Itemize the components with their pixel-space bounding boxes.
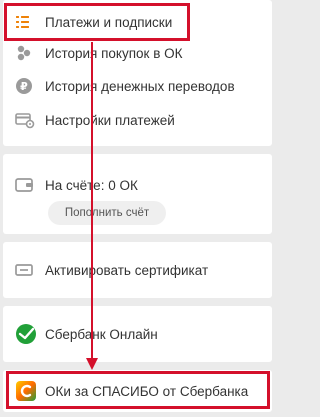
svg-text:₽: ₽ bbox=[20, 80, 28, 93]
balance-label: На счёте: 0 ОК bbox=[45, 177, 138, 193]
certificate-label: Активировать сертификат bbox=[45, 262, 209, 278]
certificate-card: Активировать сертификат bbox=[3, 242, 272, 298]
sberbank-card: Сбербанк Онлайн bbox=[3, 306, 272, 362]
menu-item-purchase-history[interactable]: История покупок в ОК bbox=[3, 36, 272, 70]
menu-item-payment-settings[interactable]: Настройки платежей bbox=[3, 103, 272, 137]
card-settings-icon bbox=[15, 109, 39, 131]
ruble-icon: ₽ bbox=[15, 75, 39, 97]
sberbank-online-item[interactable]: Сбербанк Онлайн bbox=[3, 317, 272, 351]
highlight-frame-top bbox=[4, 3, 190, 41]
ticket-icon bbox=[15, 259, 39, 281]
balance-row: На счёте: 0 ОК bbox=[3, 168, 272, 202]
activate-certificate-item[interactable]: Активировать сертификат bbox=[3, 253, 272, 287]
topup-button[interactable]: Пополнить счёт bbox=[48, 201, 166, 225]
menu-item-label: История денежных переводов bbox=[45, 78, 235, 94]
menu-item-transfer-history[interactable]: ₽ История денежных переводов bbox=[3, 69, 272, 103]
menu-item-label: История покупок в ОК bbox=[45, 45, 183, 61]
wallet-icon bbox=[15, 174, 39, 196]
sberbank-label: Сбербанк Онлайн bbox=[45, 326, 158, 342]
sberbank-logo-icon bbox=[15, 323, 39, 345]
menu-item-label: Настройки платежей bbox=[45, 112, 175, 128]
coins-icon bbox=[15, 42, 39, 64]
highlight-frame-bottom bbox=[6, 371, 270, 409]
